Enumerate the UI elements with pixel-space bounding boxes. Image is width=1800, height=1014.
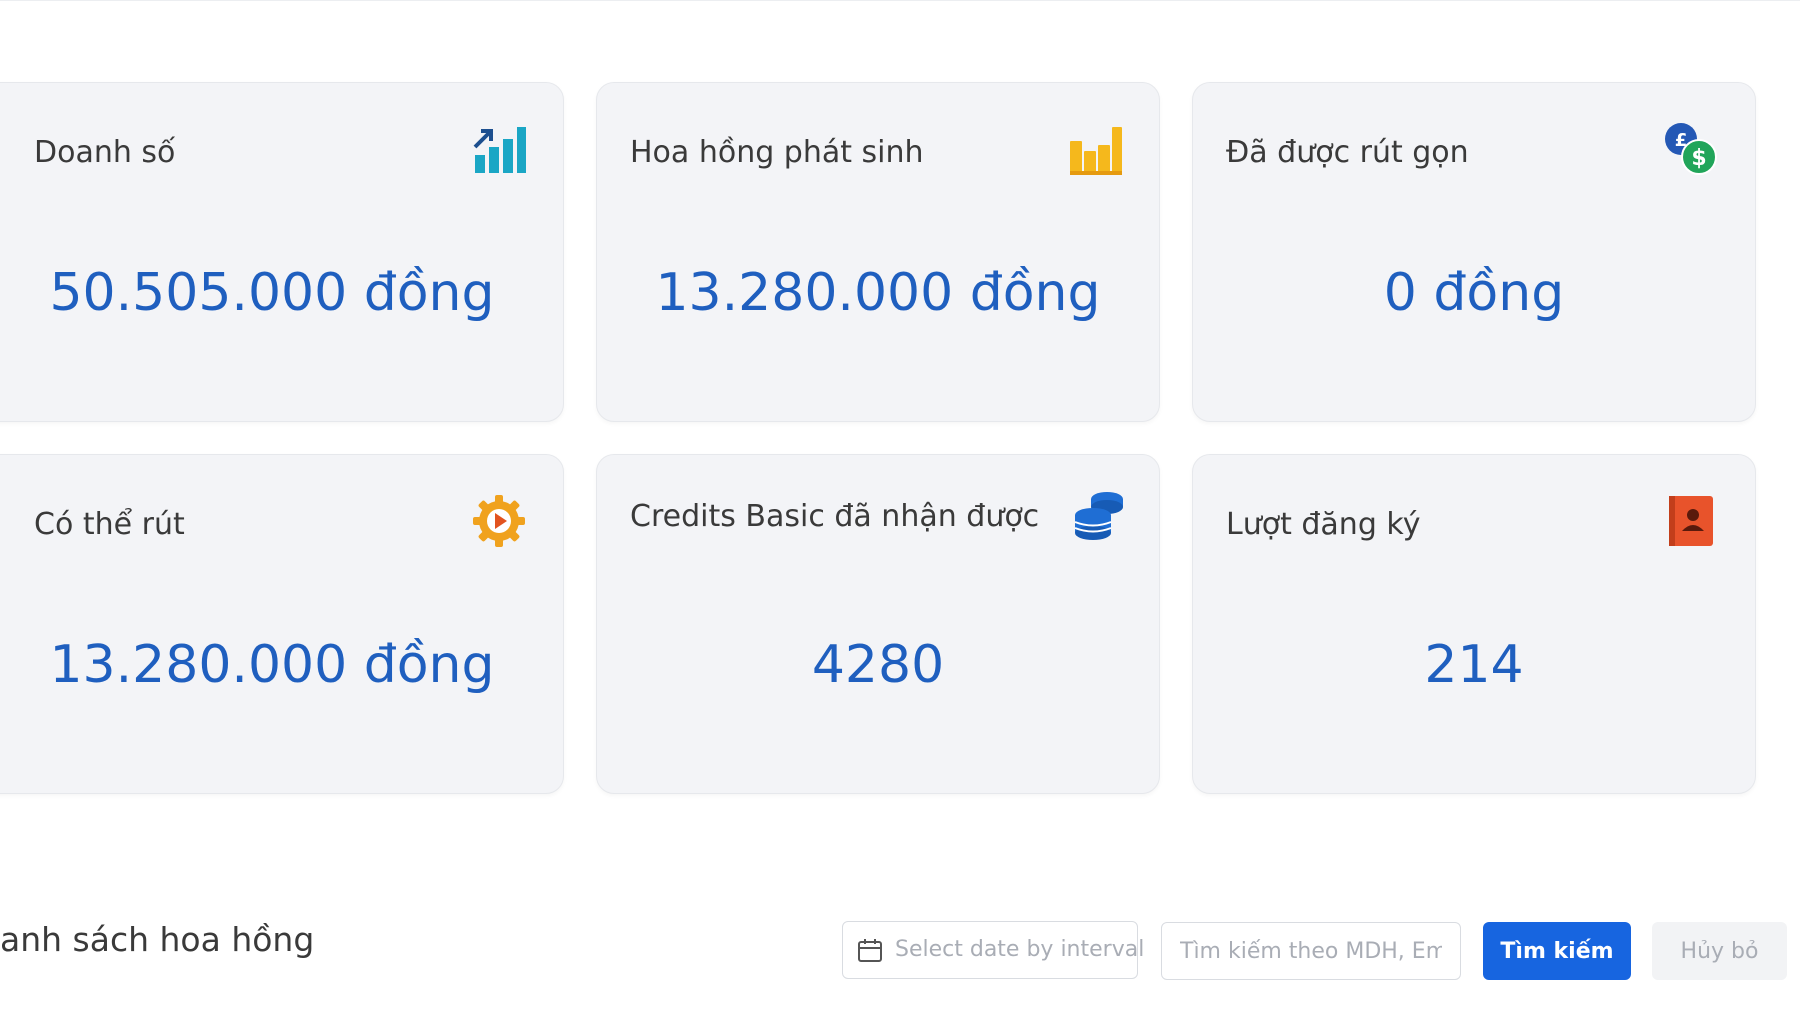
cancel-button[interactable]: Hủy bỏ: [1652, 922, 1787, 980]
stat-card-title: Doanh số: [34, 135, 176, 170]
stat-card-value: 13.280.000 đồng: [49, 635, 495, 695]
gear-play-icon: [471, 493, 527, 549]
stat-card-available: Có thể rút 13.280.000 đồng: [0, 454, 564, 794]
stat-card-commission: Hoa hồng phát sinh 13.280.000 đồng: [596, 82, 1160, 422]
stat-card-title: Có thể rút: [34, 507, 185, 542]
stat-card-value: 13.280.000 đồng: [655, 263, 1101, 323]
stat-card-title: Hoa hồng phát sinh: [630, 135, 924, 170]
stat-card-revenue: Doanh số 50.505.000 đồng: [0, 82, 564, 422]
stat-card-title: Lượt đăng ký: [1226, 507, 1421, 542]
currency-exchange-icon: £ $: [1663, 121, 1719, 177]
stat-card-registrations: Lượt đăng ký 214: [1192, 454, 1756, 794]
calendar-icon: [857, 937, 883, 963]
stat-card-value: 50.505.000 đồng: [49, 263, 495, 323]
coin-stack-icon: [1071, 487, 1127, 543]
stat-card-withdrawn: Đã được rút gọn £ $ 0 đồng: [1192, 82, 1756, 422]
commission-list-title: anh sách hoa hồng: [0, 920, 315, 959]
contact-book-icon: [1663, 493, 1719, 549]
date-range-placeholder: Select date by interval: [895, 937, 1145, 962]
search-input[interactable]: [1161, 922, 1461, 980]
top-divider: [0, 0, 1800, 1]
svg-text:$: $: [1691, 146, 1706, 171]
stat-card-value: 4280: [811, 635, 945, 695]
bar-chart-icon: [1067, 121, 1123, 177]
bar-chart-up-icon: [471, 121, 527, 177]
search-button[interactable]: Tìm kiếm: [1483, 922, 1631, 980]
stat-card-value: 0 đồng: [1383, 263, 1565, 323]
stat-card-title: Đã được rút gọn: [1226, 135, 1469, 170]
stat-card-title: Credits Basic đã nhận được: [630, 499, 1040, 534]
date-range-picker[interactable]: Select date by interval: [842, 921, 1144, 979]
stat-card-value: 214: [1424, 635, 1524, 695]
stat-card-credits: Credits Basic đã nhận được 4280: [596, 454, 1160, 794]
